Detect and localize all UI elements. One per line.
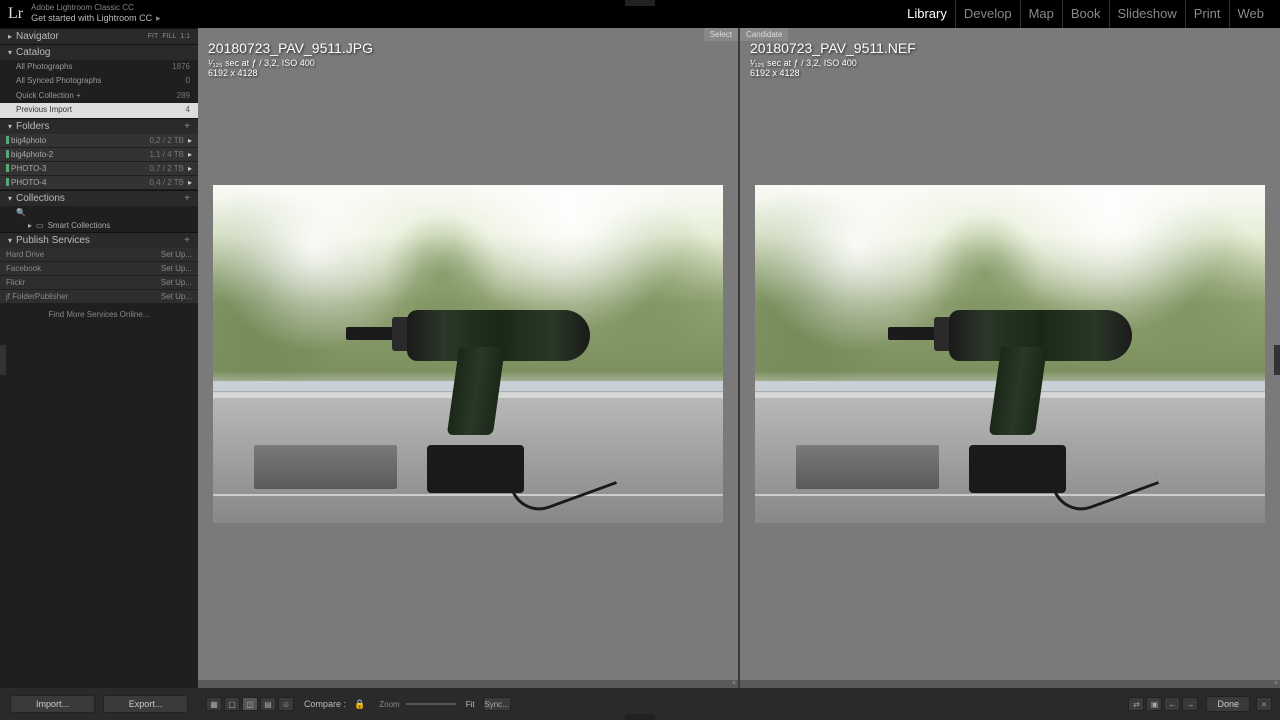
folders-panel-header[interactable]: ▾ Folders + — [0, 118, 198, 134]
module-map[interactable]: Map — [1021, 0, 1063, 28]
select-filename: 20180723_PAV_9511.JPG — [208, 40, 373, 56]
publish-harddrive[interactable]: Hard DriveSet Up... — [0, 248, 198, 261]
publish-flickr[interactable]: FlickrSet Up... — [0, 276, 198, 289]
add-collection-icon[interactable]: + — [184, 193, 190, 204]
grid-view-icon[interactable]: ▦ — [206, 697, 222, 711]
swap-icon[interactable]: ⇄ — [1128, 697, 1144, 711]
catalog-panel-header[interactable]: ▾ Catalog — [0, 44, 198, 60]
folder-volume[interactable]: big4photo-21,1 / 4 TB▸ — [0, 148, 198, 161]
make-select-icon[interactable]: ▣ — [1146, 697, 1162, 711]
publish-label: Publish Services — [16, 235, 90, 246]
chevron-right-icon: ▸ — [188, 178, 192, 187]
chevron-down-icon: ▾ — [8, 122, 12, 131]
chevron-right-icon: ▸ — [188, 164, 192, 173]
chevron-down-icon: ▾ — [8, 194, 12, 203]
done-button[interactable]: Done — [1206, 696, 1250, 712]
module-web[interactable]: Web — [1230, 0, 1273, 28]
folders-label: Folders — [16, 121, 49, 132]
publish-folderpublisher[interactable]: jf FolderPublisherSet Up... — [0, 290, 198, 303]
loupe-view-icon[interactable]: ▢ — [224, 697, 240, 711]
navigator-label: Navigator — [16, 31, 59, 42]
chevron-down-icon: ▾ — [8, 236, 12, 245]
view-toolbar: ▦ ▢ ◫ ▤ ☺ Compare : 🔒 Zoom Fit Sync... ⇄… — [198, 696, 1280, 712]
module-develop[interactable]: Develop — [956, 0, 1021, 28]
left-sidebar: ▸ Navigator FIT FILL 1:1 ▾ Catalog All P… — [0, 28, 198, 688]
select-pane: Select 20180723_PAV_9511.JPG ¹⁄₁₂₅ sec a… — [198, 28, 740, 688]
import-button[interactable]: Import... — [10, 695, 95, 713]
select-image[interactable] — [213, 185, 723, 523]
app-logo: Lr — [8, 5, 23, 23]
select-scrollbar[interactable]: × — [198, 680, 738, 688]
sync-button[interactable]: Sync... — [483, 697, 511, 711]
find-more-services-link[interactable]: Find More Services Online... — [0, 304, 198, 325]
catalog-all-photographs[interactable]: All Photographs1876 — [0, 60, 198, 74]
people-view-icon[interactable]: ☺ — [278, 697, 294, 711]
chevron-right-icon: ▸ — [188, 150, 192, 159]
select-exposure: ¹⁄₁₂₅ sec at ƒ / 3,2, ISO 400 — [208, 58, 373, 68]
app-title: Adobe Lightroom Classic CC — [31, 4, 161, 13]
close-icon[interactable]: × — [732, 680, 736, 687]
lock-icon[interactable]: 🔒 — [354, 699, 365, 710]
candidate-meta: 20180723_PAV_9511.NEF ¹⁄₁₂₅ sec at ƒ / 3… — [750, 40, 916, 78]
module-picker: Library Develop Map Book Slideshow Print… — [899, 0, 1272, 28]
smart-collections-item[interactable]: ▸ ▭ Smart Collections — [0, 219, 198, 232]
candidate-dimensions: 6192 x 4128 — [750, 68, 916, 78]
next-photo-icon[interactable]: → — [1182, 697, 1198, 711]
module-slideshow[interactable]: Slideshow — [1110, 0, 1186, 28]
select-dimensions: 6192 x 4128 — [208, 68, 373, 78]
catalog-previous-import[interactable]: Previous Import4 — [0, 103, 198, 117]
select-meta: 20180723_PAV_9511.JPG ¹⁄₁₂₅ sec at ƒ / 3… — [208, 40, 373, 78]
folder-volume[interactable]: PHOTO-40,4 / 2 TB▸ — [0, 176, 198, 189]
catalog-all-synced[interactable]: All Synced Photographs0 — [0, 74, 198, 88]
filmstrip-handle[interactable] — [625, 714, 655, 720]
folder-volume[interactable]: big4photo0,2 / 2 TB▸ — [0, 134, 198, 147]
compare-label: Compare : — [304, 699, 346, 709]
candidate-filename: 20180723_PAV_9511.NEF — [750, 40, 916, 56]
collections-panel-header[interactable]: ▾ Collections + — [0, 190, 198, 206]
add-publish-icon[interactable]: + — [184, 235, 190, 246]
close-icon[interactable]: × — [1274, 680, 1278, 687]
candidate-tag: Candidate — [740, 28, 788, 41]
catalog-label: Catalog — [16, 47, 50, 58]
chevron-right-icon: ▸ — [8, 32, 12, 41]
module-library[interactable]: Library — [899, 0, 956, 28]
search-icon: 🔍 — [16, 208, 26, 217]
candidate-image[interactable] — [755, 185, 1265, 523]
get-started-link[interactable]: Get started with Lightroom CC▸ — [31, 13, 161, 24]
candidate-pane: Candidate 20180723_PAV_9511.NEF ¹⁄₁₂₅ se… — [740, 28, 1280, 688]
zoom-label: Zoom — [379, 700, 399, 709]
select-tag: Select — [704, 28, 738, 41]
folder-icon: ▭ — [36, 221, 44, 230]
fit-label[interactable]: Fit — [466, 700, 475, 709]
compare-view-icon[interactable]: ◫ — [242, 697, 258, 711]
module-book[interactable]: Book — [1063, 0, 1110, 28]
chevron-right-icon: ▸ — [28, 221, 32, 230]
publish-panel-header[interactable]: ▾ Publish Services + — [0, 232, 198, 248]
candidate-scrollbar[interactable]: × — [740, 680, 1280, 688]
survey-view-icon[interactable]: ▤ — [260, 697, 276, 711]
collections-filter-row[interactable]: 🔍 — [0, 206, 198, 219]
folder-volume[interactable]: PHOTO-30,7 / 2 TB▸ — [0, 162, 198, 175]
collections-label: Collections — [16, 193, 65, 204]
navigator-panel-header[interactable]: ▸ Navigator FIT FILL 1:1 — [0, 28, 198, 44]
module-print[interactable]: Print — [1186, 0, 1230, 28]
export-button[interactable]: Export... — [103, 695, 188, 713]
add-folder-icon[interactable]: + — [184, 121, 190, 132]
chevron-right-icon: ▸ — [188, 136, 192, 145]
chevron-down-icon: ▾ — [8, 48, 12, 57]
app-title-block: Adobe Lightroom Classic CC Get started w… — [31, 4, 161, 24]
toolbar-close-icon[interactable]: × — [1256, 697, 1272, 711]
zoom-slider[interactable] — [406, 703, 456, 705]
prev-photo-icon[interactable]: ← — [1164, 697, 1180, 711]
candidate-exposure: ¹⁄₁₂₅ sec at ƒ / 3,2, ISO 400 — [750, 58, 916, 68]
top-panel-handle[interactable] — [625, 0, 655, 6]
catalog-quick-collection[interactable]: Quick Collection +289 — [0, 89, 198, 103]
publish-facebook[interactable]: FacebookSet Up... — [0, 262, 198, 275]
compare-view: Select 20180723_PAV_9511.JPG ¹⁄₁₂₅ sec a… — [198, 28, 1280, 688]
left-panel-handle[interactable] — [0, 345, 6, 375]
